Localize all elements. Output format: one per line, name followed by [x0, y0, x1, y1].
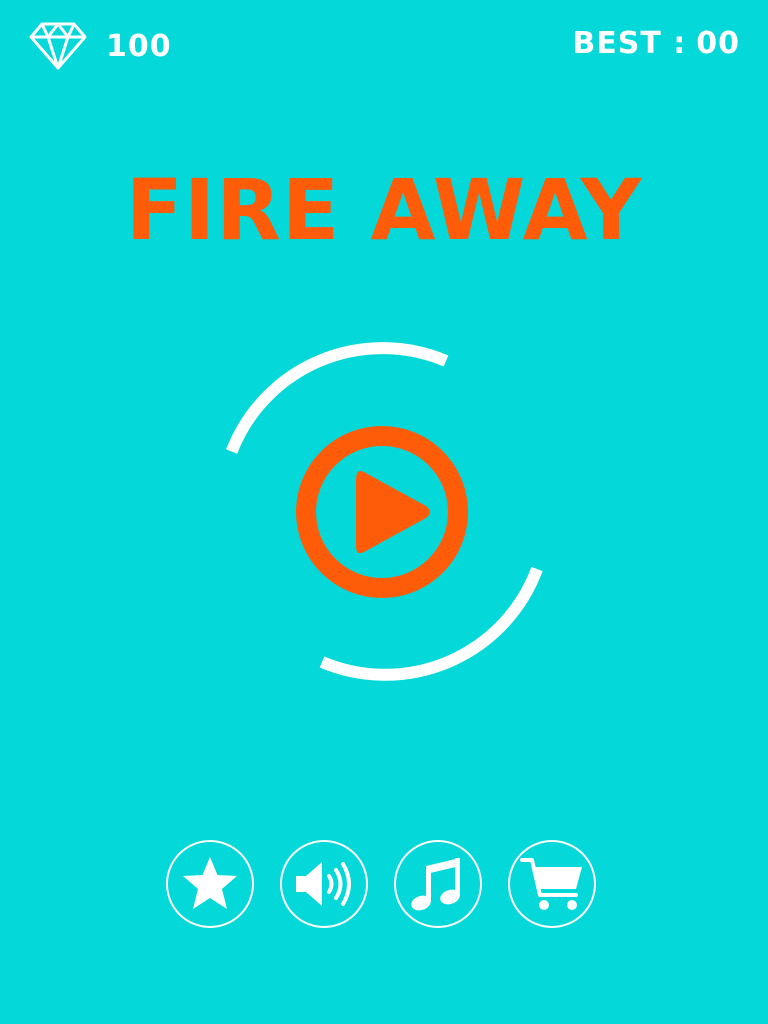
diamond-icon[interactable] — [28, 20, 88, 72]
shop-button[interactable] — [508, 840, 596, 928]
gem-counter: 100 — [28, 20, 172, 72]
play-area — [204, 332, 564, 692]
shopping-cart-icon — [520, 858, 582, 910]
play-icon — [356, 471, 430, 554]
best-score: BEST : 00 — [572, 26, 740, 61]
bottom-toolbar — [166, 840, 596, 928]
music-note-icon — [411, 858, 460, 911]
music-button[interactable] — [394, 840, 482, 928]
gem-count: 100 — [106, 28, 172, 64]
best-value: 00 — [696, 26, 740, 61]
game-title: FIRE AWAY — [125, 161, 643, 259]
speaker-icon — [296, 862, 351, 906]
star-icon — [183, 857, 237, 909]
rate-button[interactable] — [166, 840, 254, 928]
best-label: BEST : — [572, 26, 687, 61]
play-button[interactable] — [296, 426, 468, 598]
sound-button[interactable] — [280, 840, 368, 928]
